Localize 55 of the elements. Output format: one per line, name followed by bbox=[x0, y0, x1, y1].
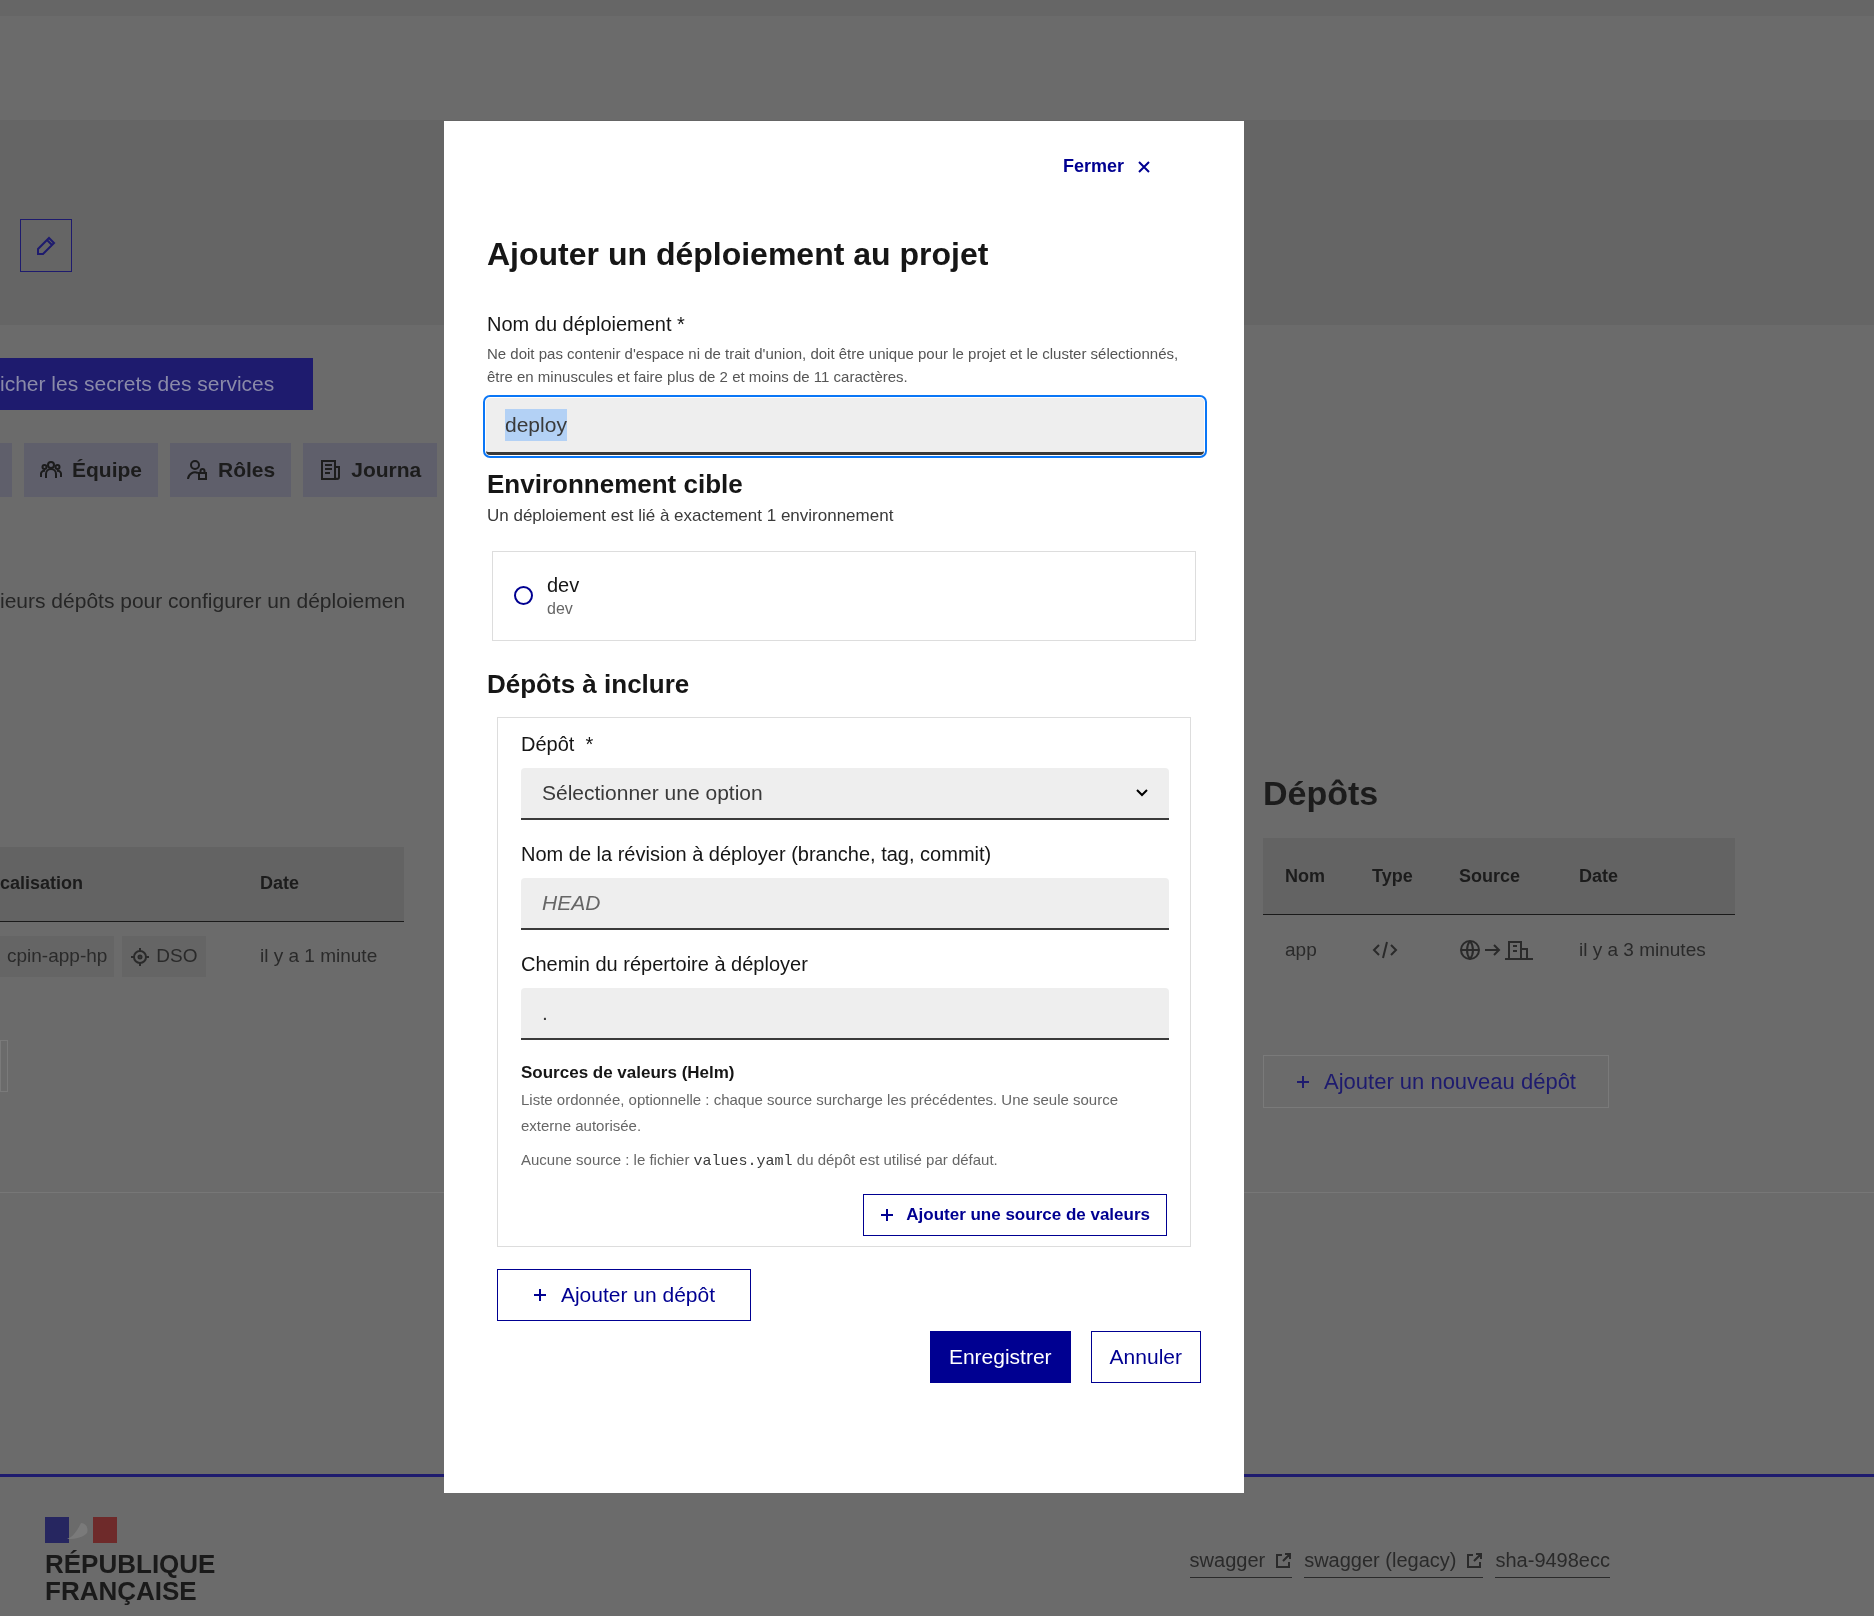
section-subtitle: Un déploiement est lié à exactement 1 environnement bbox=[487, 505, 894, 527]
chevron-down-icon bbox=[1136, 788, 1148, 797]
revision-input-field[interactable]: HEAD bbox=[521, 877, 1169, 930]
option-label: dev bbox=[547, 572, 580, 598]
sources-default-note: Aucune source : le fichier values.yaml du dépôt est utilisé par défaut. bbox=[521, 1150, 998, 1172]
column-header: Type bbox=[1372, 864, 1414, 888]
flag-logo-icon bbox=[45, 1517, 117, 1543]
people-icon bbox=[40, 459, 62, 481]
table-cell-text: il y a 1 minute bbox=[260, 944, 378, 969]
cancel-button[interactable]: Annuler bbox=[1090, 1330, 1201, 1383]
close-icon bbox=[1138, 160, 1150, 173]
target-icon bbox=[130, 946, 151, 967]
external-link-icon bbox=[1466, 1551, 1484, 1569]
field-label: Chemin du répertoire à déployer bbox=[521, 951, 808, 977]
external-link-icon bbox=[1275, 1551, 1293, 1569]
add-repository-button[interactable]: Ajouter un dépôt bbox=[497, 1268, 751, 1321]
document-icon bbox=[319, 459, 342, 481]
section-title: Dépôts à inclure bbox=[487, 667, 690, 701]
plus-icon bbox=[532, 1287, 547, 1302]
location-tag: cpin-app-hp bbox=[0, 936, 115, 977]
close-button[interactable]: Fermer bbox=[1062, 151, 1150, 182]
field-label: Nom du déploiement * bbox=[487, 312, 685, 337]
zone-tag: DSO bbox=[122, 936, 206, 977]
name-input-field[interactable]: deploy bbox=[486, 398, 1204, 455]
radio-option[interactable]: dev dev bbox=[492, 550, 1196, 641]
brand-name: RÉPUBLIQUE FRANÇAISE bbox=[45, 1551, 216, 1605]
sources-description: Liste ordonnée, optionnelle : chaque source surcharge les précédentes. Une seule source externe autorisée. bbox=[521, 1090, 1120, 1136]
add-source-button[interactable]: Ajouter une source de valeurs bbox=[863, 1193, 1167, 1236]
dialog-title: Ajouter un déploiement au projet bbox=[487, 235, 989, 274]
subsection-title: Sources de valeurs (Helm) bbox=[521, 1061, 735, 1084]
field-label: Nom de la révision à déployer (branche, tag, commit) bbox=[521, 841, 992, 867]
column-header: Source bbox=[1459, 864, 1522, 888]
edit-button[interactable] bbox=[20, 219, 72, 272]
save-button[interactable]: Enregistrer bbox=[929, 1330, 1071, 1383]
column-header: Date bbox=[1579, 864, 1618, 888]
repository-select[interactable]: Sélectionner une option bbox=[521, 767, 1169, 820]
field-label: Dépôt * bbox=[521, 731, 594, 757]
secrets-button[interactable]: icher les secrets des services bbox=[0, 358, 313, 410]
column-header: calisation bbox=[0, 872, 85, 895]
radio-button[interactable] bbox=[514, 586, 533, 605]
field-hint: Ne doit pas contenir d'espace ni de trait d'union, doit être unique pour le projet et le cluster sélectionnés, être en minuscules et faire plus de 2 et moins de 11 caractères. bbox=[487, 344, 1180, 387]
section-title: Dépôts bbox=[1263, 773, 1379, 813]
intro-text: ieurs dépôts pour configurer un déploiemen bbox=[0, 588, 406, 614]
column-header: Nom bbox=[1285, 864, 1326, 888]
option-detail: dev bbox=[547, 598, 574, 619]
globe-arrow-building-icon bbox=[1459, 938, 1535, 962]
table-cell-text: il y a 3 minutes bbox=[1579, 937, 1706, 962]
path-input-field[interactable]: . bbox=[521, 987, 1169, 1040]
person-lock-icon bbox=[186, 459, 208, 481]
section-title: Environnement cible bbox=[487, 468, 743, 501]
plus-icon bbox=[880, 1207, 895, 1222]
plus-icon bbox=[1296, 1074, 1310, 1089]
table-cell-text: app bbox=[1285, 937, 1318, 962]
code-icon bbox=[1372, 940, 1398, 960]
column-header: Date bbox=[260, 872, 299, 895]
